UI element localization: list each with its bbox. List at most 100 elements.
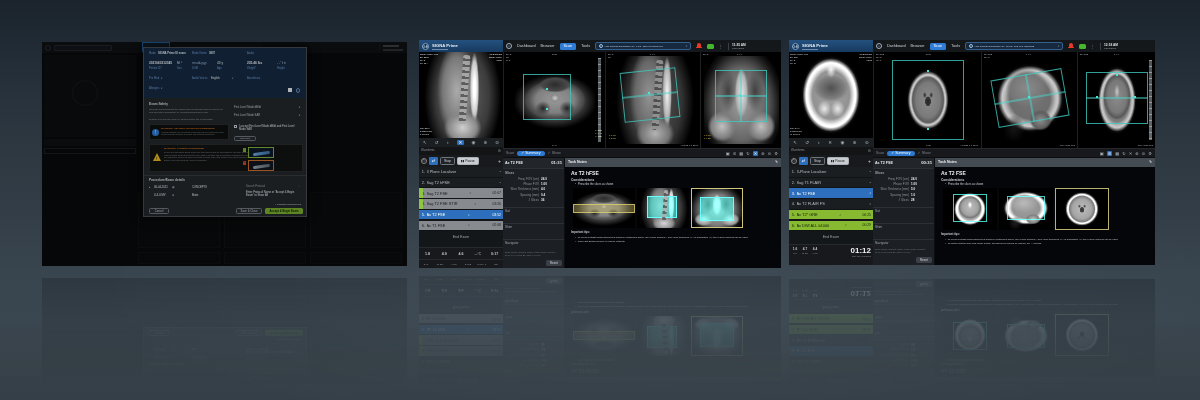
overflow-menu-icon[interactable]: ⋮ [719, 44, 724, 49]
protocol-row-3[interactable]: 3.Ax T2 FSE♪ [789, 188, 873, 199]
zoom-out-icon[interactable]: ⊖ [495, 140, 499, 145]
window-level-icon[interactable]: ◉ [472, 140, 476, 145]
gear-icon[interactable]: ⚙ [1148, 151, 1152, 156]
shim-section[interactable]: Shim [503, 223, 564, 231]
viewport-coronal[interactable]: Ex: 302 1 (A) Loc Angle 175 [1077, 52, 1155, 148]
nav-scan[interactable]: Scan [930, 43, 947, 50]
pan-icon[interactable]: ↖ [423, 140, 427, 145]
tab-show[interactable]: ✓ Show [918, 151, 931, 155]
zoom-out-icon[interactable]: ⊖ [1142, 151, 1146, 156]
grid-icon[interactable]: ▦ [1115, 151, 1119, 156]
axial-brain-thumbnail[interactable]: SIGNA Prime 1.5TEx: 302Se: 2Im: 14 WFS/S… [789, 52, 873, 138]
zoom-in-icon[interactable]: ⊕ [483, 140, 487, 145]
protocol-row-1[interactable]: 1.3 Plane Localizer◔ [419, 167, 503, 178]
zoom-out-icon[interactable]: ⊖ [865, 140, 869, 145]
rx-grid[interactable] [1086, 72, 1148, 124]
close-icon[interactable]: ✕ [1129, 151, 1133, 156]
rotate-icon[interactable]: ↻ [1122, 151, 1126, 156]
slices-section[interactable]: Slices [503, 168, 564, 176]
protocol-row-2[interactable]: 2.Sag T2 hFSE◔ [419, 178, 503, 189]
crosshair-icon[interactable]: ⌖ [817, 140, 820, 145]
grid-icon[interactable]: ▦ [739, 151, 743, 156]
viewport-coronal[interactable]: Ex: 2 1 (A) F 7.0sL 4.5s [700, 52, 781, 148]
protocol-row-2[interactable]: 2.Sag T1 FLAIR◔ [789, 178, 873, 189]
signal-icon[interactable]: ≋ [733, 151, 737, 156]
notification-pill[interactable]: iAuto Prescan successful. R1=8 TG=138 KF… [595, 42, 691, 51]
slices-section[interactable]: Slices [873, 168, 934, 176]
reset-button[interactable]: Reset [916, 257, 932, 263]
shim-section[interactable]: Shim [873, 223, 934, 231]
protocol-row-5[interactable]: 5.Ax T2 FSE♪03:52 [419, 210, 503, 221]
reset-button[interactable]: Reset [546, 260, 562, 266]
record-icon[interactable]: ⏻ [791, 158, 797, 164]
viewport-sagittal[interactable]: Ex: 2S/I 1 (A) F 7.0sF 2.0s 4 s 572 L 1 … [605, 52, 700, 148]
stop-button[interactable]: Stop [810, 157, 825, 165]
end-exam-button[interactable]: End Exam [419, 235, 503, 239]
nav-scan[interactable]: Scan [560, 43, 577, 50]
nav-dashboard[interactable]: Dashboard [517, 44, 536, 48]
overflow-menu-icon[interactable]: ⋮ [1091, 44, 1096, 49]
close-icon[interactable]: ✕ [753, 151, 759, 156]
camera-icon[interactable]: ▣ [726, 151, 730, 156]
nav-tools[interactable]: Tools [951, 44, 960, 48]
nav-browser[interactable]: Browser [541, 44, 555, 48]
rotate-icon[interactable]: ↺ [435, 140, 439, 145]
record-icon[interactable]: ⏻ [421, 158, 427, 164]
gear-icon[interactable]: ⚙ [774, 151, 778, 156]
close-icon[interactable]: ✕ [457, 140, 464, 145]
zoom-in-icon[interactable]: ⊕ [761, 151, 765, 156]
notification-pill[interactable]: iAuto Prescan successful. R1=12 TG=162 K… [965, 42, 1063, 51]
viewport-axial[interactable]: Ex: 2S/IR: 2 S 85 F 7.0s F 2.0s L 4.5s P… [503, 52, 605, 148]
add-protocol-icon[interactable]: + [868, 158, 871, 164]
chat-icon[interactable] [1079, 44, 1086, 49]
rotate-icon[interactable]: ↻ [746, 151, 750, 156]
navigator-section[interactable]: Navigator [873, 239, 934, 247]
gear-icon[interactable]: ⚙ [498, 149, 501, 153]
pause-button[interactable]: ▮▮ Pause [827, 157, 849, 165]
crosshair-icon[interactable]: ⌖ [446, 140, 449, 145]
protocol-row-5[interactable]: 5.Ax T2* GRE♪00:25 [789, 210, 873, 221]
sagittal-spine-thumbnail[interactable]: SIGNA Prime 1.5TEx: 2287Se: 3Im: 11 A WF… [419, 52, 503, 138]
nav-browser[interactable]: Browser [911, 44, 925, 48]
edit-pencil-icon[interactable]: ✎ [1149, 160, 1152, 164]
navigator-section[interactable]: Navigator [503, 239, 564, 247]
viewport-sagittal[interactable]: Ex: 302Se: 5 1 (A) Loc Angle 175 [981, 52, 1077, 148]
search-input[interactable] [54, 45, 112, 51]
tab-scan[interactable]: Scan [876, 151, 884, 155]
rotate-icon[interactable]: ↺ [805, 140, 809, 145]
signal-icon[interactable]: ≋ [1107, 151, 1113, 156]
protocol-row-6[interactable]: 6.Ax T1 FSE♪02:08 [419, 221, 503, 232]
protocol-row-6[interactable]: 6.Ax DWI ALL b1000♪00:29 [789, 221, 873, 232]
gear-icon[interactable]: ⚙ [868, 149, 871, 153]
tab-scan[interactable]: Scan [506, 151, 514, 155]
pan-icon[interactable]: ↖ [793, 140, 797, 145]
tab-summary[interactable]: ✓ Summary [517, 151, 544, 156]
protocol-row-1[interactable]: 1.3-Plane Localizer◔ [789, 167, 873, 178]
alerts-bell-icon[interactable] [696, 43, 702, 49]
viewport-axial[interactable]: Ex: 302Se: 5Im: 1 S 88 P 30 4 s 525 L 1 … [873, 52, 981, 148]
protocol-row-3[interactable]: 3.Sag T2 FSE♪02:07 [419, 188, 503, 199]
tab-summary[interactable]: ✓ Summary [887, 151, 914, 156]
camera-icon[interactable]: ▣ [1100, 151, 1104, 156]
add-protocol-icon[interactable]: + [498, 158, 501, 164]
sync-icon[interactable]: ⇄ [429, 157, 438, 165]
sat-section[interactable]: Sat [503, 207, 564, 215]
sat-section[interactable]: Sat [873, 207, 934, 215]
nav-tools[interactable]: Tools [581, 44, 590, 48]
nav-dashboard[interactable]: Dashboard [887, 44, 906, 48]
protocol-row-4[interactable]: 4.Sag T2 FSE STIR♪03:26 [419, 199, 503, 210]
sync-icon[interactable]: ⇄ [799, 157, 808, 165]
protocol-row-4[interactable]: 4.Ax T2 FLAIR FS♪ [789, 199, 873, 210]
chat-icon[interactable] [707, 44, 714, 49]
stop-button[interactable]: Stop [440, 157, 455, 165]
rx-box[interactable] [523, 74, 571, 120]
end-exam-button[interactable]: End Exam [789, 235, 873, 239]
alerts-bell-icon[interactable] [1068, 43, 1074, 49]
edit-pencil-icon[interactable]: ✎ [775, 160, 778, 164]
tab-show[interactable]: ✓ Show [548, 151, 561, 155]
close-icon[interactable]: ✕ [828, 140, 832, 145]
window-level-icon[interactable]: ◉ [841, 140, 845, 145]
rx-grid[interactable] [620, 67, 681, 123]
zoom-out-icon[interactable]: ⊖ [768, 151, 772, 156]
rx-grid[interactable] [715, 70, 767, 122]
